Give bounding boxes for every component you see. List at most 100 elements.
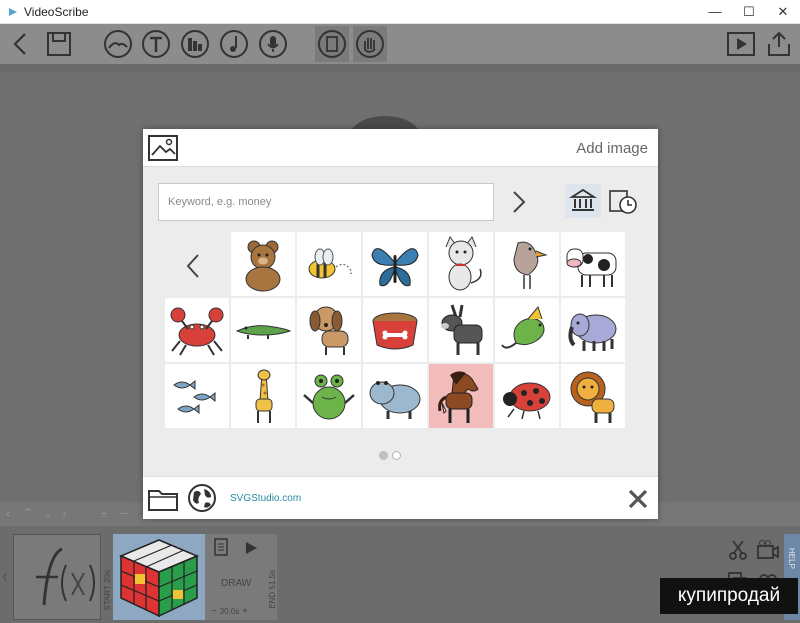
library-button[interactable] <box>565 184 601 218</box>
add-image-icon[interactable] <box>103 29 133 59</box>
nav-left-icon[interactable]: ‹ <box>6 505 11 521</box>
timeline-scroll-left-icon[interactable]: ‹ <box>2 566 8 587</box>
duration-value: 30.0s <box>219 607 240 616</box>
dragon-icon <box>501 305 545 349</box>
page-indicator <box>379 447 405 465</box>
fish-icon <box>173 379 216 415</box>
videoscribe-logo-icon <box>9 7 17 16</box>
bee-icon <box>308 248 353 279</box>
window-title: VideoScribe <box>24 4 89 19</box>
add-image-dialog: Add image Keyword, e.g. money SVGStudio.… <box>143 129 658 519</box>
rubiks-cube-icon <box>119 539 199 618</box>
image-tile-dog[interactable] <box>297 298 361 362</box>
giraffe-icon <box>255 369 273 423</box>
start-time-label: START 20s <box>103 570 112 611</box>
butterfly-icon <box>371 248 419 287</box>
window-titlebar: VideoScribe — ☐ ✕ <box>0 0 800 24</box>
bird-icon <box>513 241 548 289</box>
crocodile-icon <box>235 325 292 339</box>
image-tile-bear[interactable] <box>231 232 295 296</box>
image-tile-cow[interactable] <box>561 232 625 296</box>
close-window-button[interactable]: ✕ <box>766 0 800 24</box>
page-dot-1[interactable] <box>379 451 388 460</box>
image-tile-butterfly[interactable] <box>363 232 427 296</box>
crab-icon <box>170 307 224 356</box>
prev-page-icon[interactable] <box>183 251 203 281</box>
image-tile-fish[interactable] <box>165 364 229 428</box>
preview-play-icon[interactable] <box>243 540 259 556</box>
image-tile-horse[interactable] <box>429 364 493 428</box>
nav-down-icon[interactable]: ⌄ <box>42 505 54 522</box>
dialog-footer: SVGStudio.com <box>143 476 658 519</box>
share-icon[interactable] <box>764 29 794 59</box>
image-tile-frog[interactable] <box>297 364 361 428</box>
end-time-label: END 51.5s <box>268 570 277 609</box>
close-dialog-icon[interactable] <box>626 487 650 511</box>
zoom-in-icon[interactable]: + <box>100 505 108 521</box>
recent-images-icon <box>609 190 637 214</box>
music-icon[interactable] <box>219 29 249 59</box>
canvas-ruler <box>0 64 800 72</box>
image-tile-bee[interactable] <box>297 232 361 296</box>
back-icon[interactable] <box>6 29 36 59</box>
page-dot-2[interactable] <box>392 451 401 460</box>
image-tile-giraffe[interactable] <box>231 364 295 428</box>
image-tile-crocodile[interactable] <box>231 298 295 362</box>
zoom-out-icon[interactable]: − <box>120 505 128 521</box>
cow-icon <box>566 248 617 287</box>
voiceover-icon[interactable] <box>258 29 288 59</box>
draw-label: DRAW <box>221 578 252 589</box>
image-tile-dragon[interactable] <box>495 298 559 362</box>
add-chart-icon[interactable] <box>180 29 210 59</box>
watermark: купипродай <box>660 578 798 614</box>
image-tile-donkey[interactable] <box>429 298 493 362</box>
scissors-icon[interactable] <box>726 538 750 562</box>
image-tile-bird[interactable] <box>495 232 559 296</box>
folder-icon[interactable] <box>147 483 179 513</box>
recent-button[interactable] <box>606 186 640 218</box>
dog-bowl-icon <box>372 312 418 350</box>
image-icon <box>148 135 178 161</box>
globe-icon[interactable] <box>187 483 217 513</box>
cat-icon <box>445 235 482 291</box>
script-icon[interactable] <box>315 26 349 62</box>
image-tile-crab[interactable] <box>165 298 229 362</box>
horse-icon <box>438 371 479 423</box>
duration-stepper[interactable]: − 30.0s + <box>211 606 248 617</box>
search-go-icon[interactable] <box>509 189 529 215</box>
image-tile-lion[interactable] <box>561 364 625 428</box>
bear-icon <box>245 240 281 292</box>
frog-icon <box>303 374 355 420</box>
library-icon <box>569 188 597 211</box>
image-tile-cat[interactable] <box>429 232 493 296</box>
nav-right-icon[interactable]: › <box>62 505 67 521</box>
svgstudio-link[interactable]: SVGStudio.com <box>230 493 301 504</box>
image-tile-ladybug[interactable] <box>495 364 559 428</box>
script-page-icon[interactable] <box>213 538 229 556</box>
dialog-title: Add image <box>576 140 648 157</box>
function-symbol-icon <box>36 547 95 606</box>
maximize-button[interactable]: ☐ <box>732 0 766 24</box>
play-icon[interactable] <box>726 29 756 59</box>
image-tile-hippo[interactable] <box>363 364 427 428</box>
lion-icon <box>570 371 615 423</box>
elephant-icon <box>568 313 617 351</box>
image-search-input[interactable] <box>158 183 494 221</box>
save-icon[interactable] <box>44 29 74 59</box>
donkey-icon <box>441 304 483 355</box>
nav-up-icon[interactable]: ⌃ <box>22 505 34 522</box>
image-tile-elephant[interactable] <box>561 298 625 362</box>
main-toolbar <box>0 24 800 64</box>
camera-icon[interactable] <box>756 538 780 562</box>
add-text-icon[interactable] <box>141 29 171 59</box>
dog-icon <box>309 306 349 355</box>
timeline-thumbnail-rubiks-cube[interactable] <box>113 534 205 620</box>
image-tile-dog-bowl[interactable] <box>363 298 427 362</box>
ladybug-icon <box>503 382 551 420</box>
hand-icon[interactable] <box>353 26 387 62</box>
dialog-header: Add image <box>143 129 658 167</box>
timeline-element-panel: DRAW − 30.0s + <box>205 534 277 620</box>
timeline-thumbnail-function[interactable] <box>13 534 101 620</box>
hippo-icon <box>369 381 421 419</box>
minimize-button[interactable]: — <box>698 0 732 24</box>
